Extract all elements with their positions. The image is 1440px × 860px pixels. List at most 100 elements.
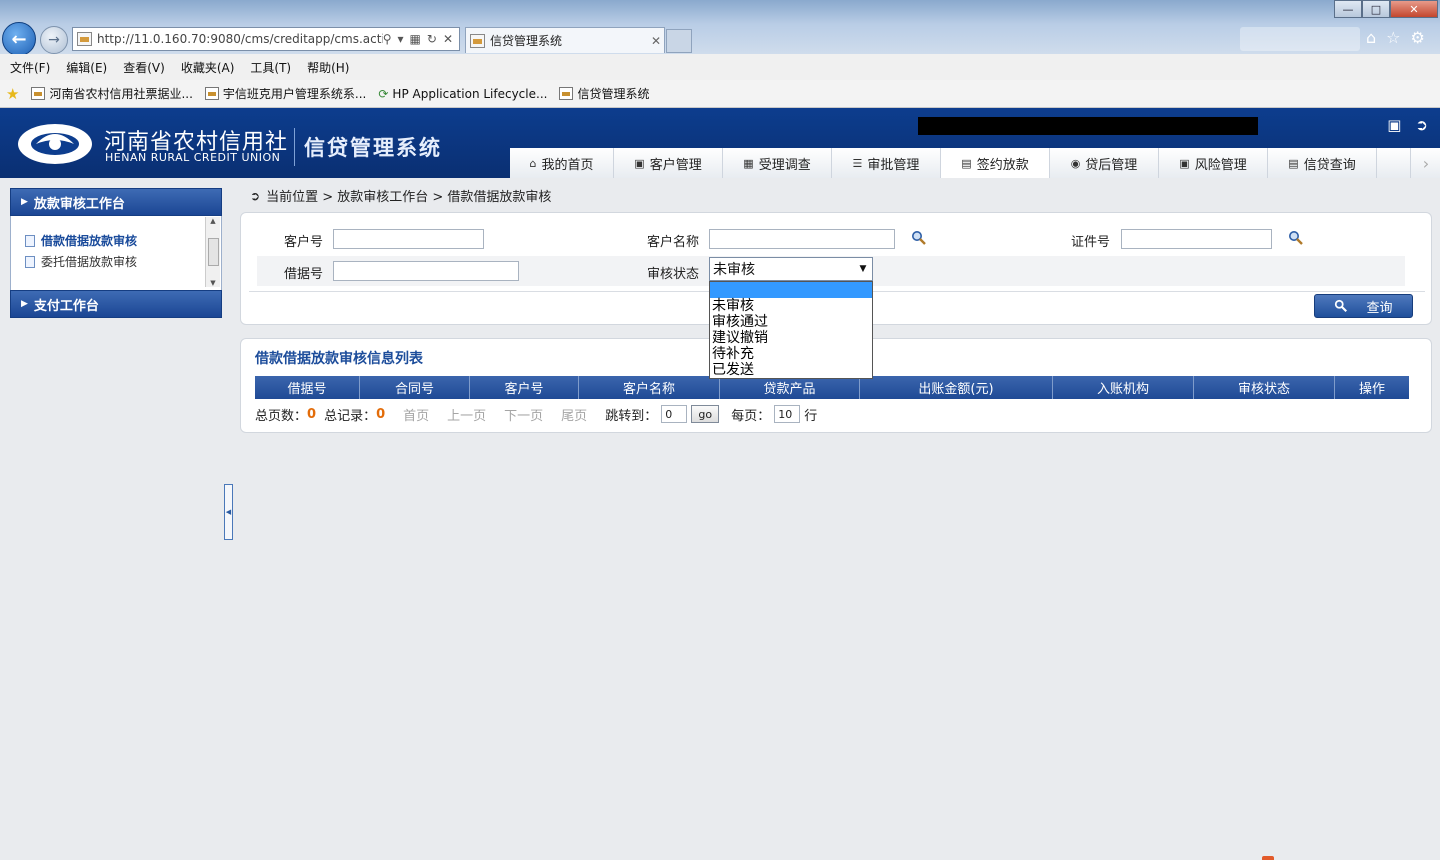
address-bar[interactable]: http://11.0.160.70:9080/cms/creditapp/cm… (72, 27, 460, 51)
scroll-down-icon[interactable]: ▼ (210, 279, 215, 287)
column-header[interactable]: 客户号 (470, 376, 579, 399)
jump-page-input[interactable]: 0 (661, 405, 688, 423)
customer-no-input[interactable] (333, 229, 484, 249)
menu-tools[interactable]: 工具(T) (250, 59, 291, 76)
sidebar-section-payment[interactable]: ▶ 支付工作台 (10, 290, 222, 318)
dropdown-option-sent[interactable]: 已发送 (710, 362, 872, 378)
per-page-input[interactable]: 10 (774, 405, 801, 423)
back-button[interactable]: ← (2, 22, 36, 56)
go-button[interactable]: go (691, 405, 720, 423)
favorite-item[interactable]: ⟳ HP Application Lifecycle... (378, 87, 547, 101)
minimize-button[interactable]: — (1334, 0, 1362, 18)
sidebar-section-loan-audit[interactable]: ▶ 放款审核工作台 (10, 188, 222, 216)
prev-page-link[interactable]: 上一页 (447, 405, 486, 424)
favorite-item[interactable]: 河南省农村信用社票据业... (31, 85, 193, 102)
refresh-icon[interactable]: ↻ (427, 32, 437, 46)
favorites-star-icon[interactable]: ★ (6, 85, 19, 103)
query-icon: ▤ (1288, 156, 1299, 170)
forward-button[interactable]: → (40, 26, 68, 54)
search-icon[interactable]: ⚲ (383, 32, 392, 46)
dropdown-option-suggest-revoke[interactable]: 建议撤销 (710, 330, 872, 346)
column-header[interactable]: 入账机构 (1053, 376, 1194, 399)
dropdown-option-approved[interactable]: 审核通过 (710, 314, 872, 330)
tab-customer[interactable]: ▣ 客户管理 (614, 148, 723, 178)
browser-tab-title: 信贷管理系统 (490, 34, 563, 48)
sidebar-scrollbar[interactable]: ▲ ▼ (205, 217, 220, 287)
column-header[interactable]: 出账金额(元) (860, 376, 1053, 399)
stop-icon[interactable]: ✕ (443, 32, 453, 46)
sidebar-item-loan-note-audit[interactable]: 借款借据放款审核 (25, 230, 221, 251)
survey-icon: ▦ (743, 156, 754, 170)
maximize-button[interactable]: □ (1362, 0, 1390, 18)
tab-approval[interactable]: ☰ 审批管理 (832, 148, 941, 178)
dropdown-option-unaudited[interactable]: 未审核 (710, 298, 872, 314)
favorite-item[interactable]: 宇信班克用户管理系统系... (204, 85, 366, 102)
browser-tab[interactable]: 信贷管理系统 ✕ (465, 27, 665, 53)
credit-union-logo-icon (18, 124, 92, 164)
column-header[interactable]: 借据号 (255, 376, 360, 399)
triangle-left-icon: ◀ (225, 508, 232, 516)
menu-edit[interactable]: 编辑(E) (66, 59, 107, 76)
sidebar: ▶ 放款审核工作台 借款借据放款审核 委托借据放款审核 ▲ ▼ ▶ 支付工作台 (10, 188, 222, 318)
close-tab-icon[interactable]: ✕ (648, 34, 664, 48)
column-header[interactable]: 操作 (1335, 376, 1409, 399)
monitor-icon[interactable]: ▣ (1387, 116, 1401, 134)
column-header[interactable]: 贷款产品 (720, 376, 860, 399)
column-header[interactable]: 客户名称 (579, 376, 720, 399)
address-text[interactable]: http://11.0.160.70:9080/cms/creditapp/cm… (97, 32, 383, 46)
search-icon (1335, 299, 1348, 312)
audit-status-select[interactable]: 未审核 ▼ (709, 257, 873, 281)
compat-icon[interactable]: ▦ (410, 32, 421, 46)
triangle-right-icon: ▶ (21, 197, 28, 207)
tab-postloan[interactable]: ◉ 贷后管理 (1050, 148, 1159, 178)
first-page-link[interactable]: 首页 (403, 405, 429, 424)
menu-file[interactable]: 文件(F) (10, 59, 50, 76)
new-tab-button[interactable] (666, 29, 692, 53)
gear-icon[interactable]: ⚙ (1411, 28, 1425, 47)
document-icon (25, 255, 35, 268)
column-header[interactable]: 审核状态 (1194, 376, 1335, 399)
dropdown-icon[interactable]: ▾ (398, 32, 404, 46)
scroll-up-icon[interactable]: ▲ (210, 217, 215, 225)
id-no-input[interactable] (1121, 229, 1272, 249)
loan-no-input[interactable] (333, 261, 519, 281)
browser-search-box[interactable] (1240, 27, 1360, 51)
triangle-right-icon: ▶ (21, 299, 28, 309)
logout-icon[interactable]: ➲ (1415, 116, 1428, 134)
tab-survey[interactable]: ▦ 受理调查 (723, 148, 832, 178)
magnifier-icon[interactable] (1288, 230, 1304, 246)
star-icon[interactable]: ☆ (1386, 28, 1400, 47)
chevron-down-icon[interactable]: ▼ (854, 264, 872, 274)
favorite-item[interactable]: 信贷管理系统 (559, 85, 649, 102)
tab-home[interactable]: ⌂ 我的首页 (510, 148, 614, 178)
close-window-button[interactable]: ✕ (1390, 0, 1438, 18)
customer-name-input[interactable] (709, 229, 895, 249)
next-page-link[interactable]: 下一页 (504, 405, 543, 424)
redacted-user-info (918, 117, 1258, 135)
home-chrome-icon[interactable]: ⌂ (1366, 28, 1376, 47)
sidebar-item-entrusted-note-audit[interactable]: 委托借据放款审核 (25, 251, 221, 272)
customer-no-label: 客户号 (284, 235, 324, 250)
column-header[interactable]: 合同号 (360, 376, 470, 399)
tab-contract[interactable]: ▤ 签约放款 (941, 148, 1050, 178)
menu-favorites[interactable]: 收藏夹(A) (181, 59, 235, 76)
dropdown-option-pending-supplement[interactable]: 待补充 (710, 346, 872, 362)
scrollbar-thumb[interactable] (207, 238, 219, 266)
page-icon (204, 87, 219, 100)
sidebar-collapse-handle[interactable]: ◀ (224, 484, 233, 540)
query-button[interactable]: 查询 (1314, 294, 1413, 318)
list-title: 借款借据放款审核信息列表 (255, 351, 423, 367)
nav-scroll-right-button[interactable]: › (1411, 148, 1440, 178)
breadcrumb-text: 当前位置 > 放款审核工作台 > 借款借据放款审核 (266, 190, 552, 205)
loan-no-label: 借据号 (284, 267, 324, 282)
dropdown-option-blank[interactable] (710, 282, 872, 298)
menu-view[interactable]: 查看(V) (123, 59, 165, 76)
tab-risk[interactable]: ▣ 风险管理 (1159, 148, 1268, 178)
total-records-label: 总记录： (324, 408, 377, 424)
menu-help[interactable]: 帮助(H) (307, 59, 349, 76)
jump-label: 跳转到： (605, 408, 658, 424)
magnifier-icon[interactable] (911, 230, 927, 246)
tab-query[interactable]: ▤ 信贷查询 (1268, 148, 1377, 178)
nav-spacer (1377, 148, 1411, 178)
last-page-link[interactable]: 尾页 (561, 405, 587, 424)
